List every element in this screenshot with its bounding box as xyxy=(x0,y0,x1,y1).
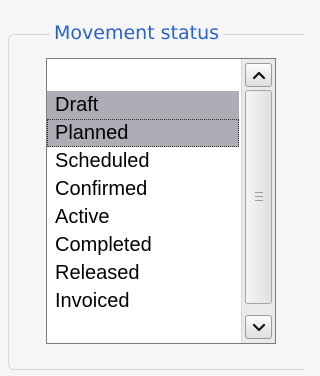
list-item-draft[interactable]: Draft xyxy=(47,91,239,119)
chevron-up-icon xyxy=(252,71,265,80)
listbox-scrollbar[interactable] xyxy=(241,59,275,343)
list-item-confirmed[interactable]: Confirmed xyxy=(47,175,239,203)
scroll-up-button[interactable] xyxy=(245,63,272,87)
list-item-active[interactable]: Active xyxy=(47,203,239,231)
list-item-completed[interactable]: Completed xyxy=(47,231,239,259)
chevron-down-icon xyxy=(252,323,265,332)
movement-status-listbox[interactable]: Draft Planned Scheduled Confirmed Active… xyxy=(46,58,276,344)
scroll-down-button[interactable] xyxy=(245,315,272,339)
list-item-invoiced[interactable]: Invoiced xyxy=(47,287,239,315)
listbox-items: Draft Planned Scheduled Confirmed Active… xyxy=(47,91,239,315)
list-item-planned[interactable]: Planned xyxy=(47,119,239,147)
movement-status-legend: Movement status xyxy=(50,20,224,46)
scrollbar-thumb[interactable] xyxy=(245,90,272,304)
list-item-released[interactable]: Released xyxy=(47,259,239,287)
grip-lines-icon xyxy=(255,192,263,202)
list-item-scheduled[interactable]: Scheduled xyxy=(47,147,239,175)
